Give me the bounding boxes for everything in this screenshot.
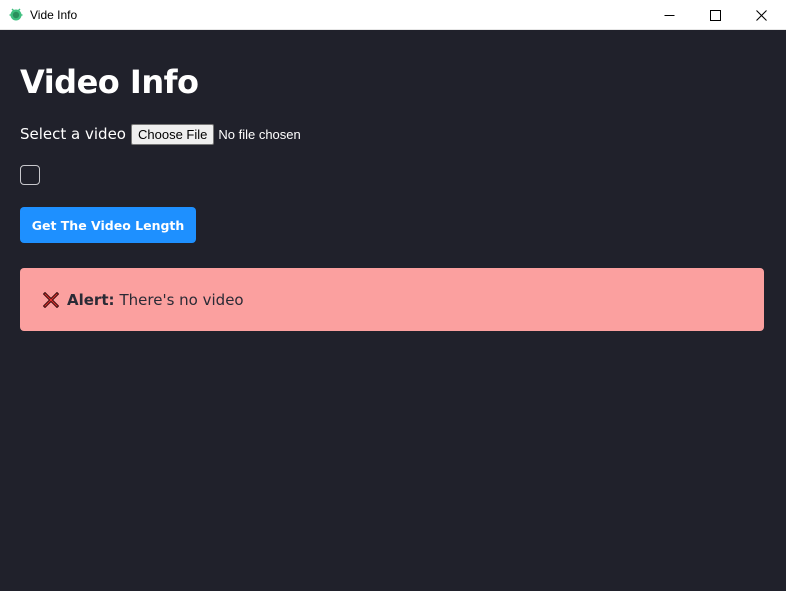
alert-box: Alert: There's no video bbox=[20, 268, 764, 331]
close-icon bbox=[755, 9, 767, 21]
cross-mark-icon bbox=[43, 291, 59, 308]
maximize-icon bbox=[709, 9, 721, 21]
close-button[interactable] bbox=[738, 0, 784, 30]
file-input-label: Select a video bbox=[20, 125, 126, 143]
alert-label: Alert: bbox=[67, 290, 115, 309]
maximize-button[interactable] bbox=[692, 0, 738, 30]
option-checkbox[interactable] bbox=[20, 165, 40, 185]
file-input-row: Select a video Choose File No file chose… bbox=[20, 123, 301, 145]
minimize-icon bbox=[664, 14, 674, 16]
get-video-length-button[interactable]: Get The Video Length bbox=[20, 207, 196, 243]
file-status-text: No file chosen bbox=[218, 126, 301, 142]
window-title: Vide Info bbox=[30, 8, 78, 22]
minimize-button[interactable] bbox=[646, 0, 692, 30]
alert-message: There's no video bbox=[119, 290, 244, 309]
page-title: Video Info bbox=[20, 63, 199, 101]
window-titlebar: Vide Info bbox=[0, 0, 786, 30]
choose-file-button[interactable]: Choose File bbox=[130, 123, 215, 145]
app-icon bbox=[9, 8, 23, 21]
